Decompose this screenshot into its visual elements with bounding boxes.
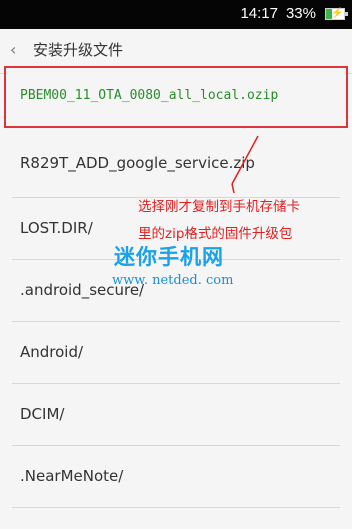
list-item[interactable]: .NearMeNote/ (12, 446, 340, 508)
annotation-text-line1: 选择刚才复制到手机存储卡 (138, 199, 300, 215)
watermark-url: www. netded. com (112, 273, 234, 288)
annotation-text-line2: 里的zip格式的固件升级包 (138, 226, 293, 242)
file-name: .NearMeNote/ (20, 467, 124, 485)
charging-bolt-icon: ⚡ (331, 8, 344, 19)
list-item-selected-update-package[interactable]: PBEM00_11_OTA_0080_all_local.ozip (4, 66, 348, 128)
page-title: 安装升级文件 (33, 41, 124, 59)
file-name: DCIM/ (20, 405, 65, 423)
battery-percent: 33% (285, 5, 316, 22)
list-item[interactable]: R829T_ADD_google_service.zip (12, 128, 340, 198)
file-name: R829T_ADD_google_service.zip (20, 154, 255, 172)
list-item[interactable]: Android/ (12, 322, 340, 384)
chevron-left-icon[interactable]: ‹ (10, 40, 16, 60)
watermark-logo: 迷你手机网 (114, 245, 224, 269)
status-time: 14:17 (240, 5, 278, 22)
file-name: LOST.DIR/ (20, 219, 93, 237)
list-item[interactable]: DCIM/ (12, 384, 340, 446)
file-name: PBEM00_11_OTA_0080_all_local.ozip (20, 88, 279, 103)
battery-icon: ⚡ (325, 8, 348, 20)
file-list: PBEM00_11_OTA_0080_all_local.ozip R829T_… (0, 66, 352, 508)
status-bar: 14:17 33% ⚡ (0, 0, 352, 29)
file-name: Android/ (20, 343, 84, 361)
